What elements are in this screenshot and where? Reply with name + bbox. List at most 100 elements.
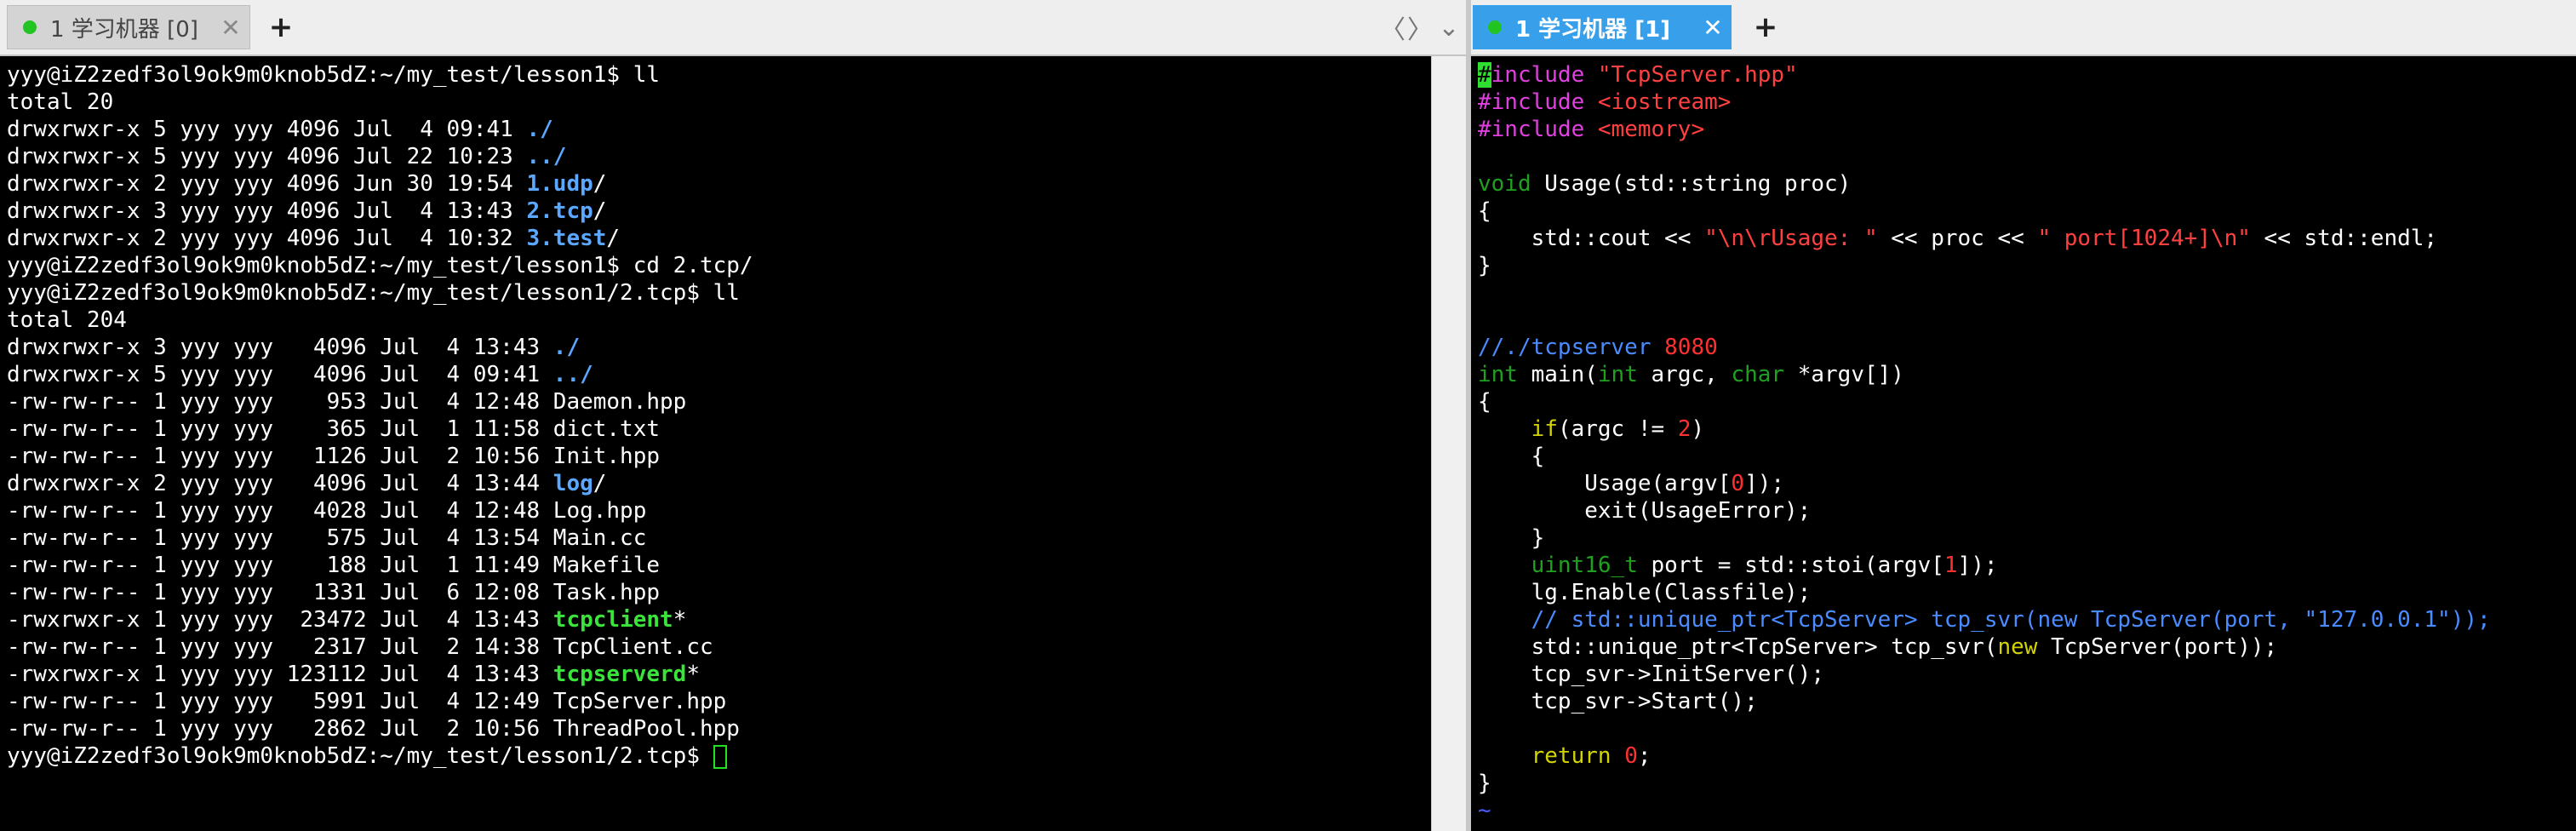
terminal-line: tcp_svr->Start(); — [1478, 688, 2569, 715]
terminal-line: #include "TcpServer.hpp" — [1478, 61, 2569, 89]
terminal-line: -rw-rw-r-- 1 yyy yyy 575 Jul 4 13:54 Mai… — [7, 524, 1425, 552]
chevron-down-icon[interactable]: ⌄ — [1435, 9, 1463, 46]
text-segment: ./ — [526, 117, 553, 142]
text-segment: void — [1478, 171, 1531, 197]
terminal-line: drwxrwxr-x 3 yyy yyy 4096 Jul 4 13:43 ./ — [7, 334, 1425, 361]
text-segment: / — [592, 171, 607, 197]
text-segment: -rwxrwxr-x 1 yyy yyy 123112 Jul 4 13:43 — [7, 662, 553, 687]
terminal-line: } — [1478, 252, 2569, 279]
text-segment: *argv[]) — [1784, 362, 1904, 387]
text-segment: total 204 — [7, 307, 127, 333]
text-segment: ]); — [1744, 471, 1785, 496]
text-segment: } — [1478, 253, 1491, 278]
status-dot-icon — [23, 20, 37, 34]
text-segment: 0 — [1624, 743, 1638, 769]
left-terminal-pane: 1 学习机器 [0] ✕ + 〈 〉 ⌄ yyy@iZ2zedf3ol9ok9m… — [0, 0, 1466, 831]
text-segment: #include — [1478, 89, 1598, 115]
terminal-line: -rwxrwxr-x 1 yyy yyy 123112 Jul 4 13:43 … — [7, 661, 1425, 688]
text-segment — [1478, 743, 1531, 769]
text-segment: log — [552, 471, 593, 496]
terminal-line: //./tcpserver 8080 — [1478, 334, 2569, 361]
status-dot-icon — [1488, 20, 1502, 34]
terminal-line: -rw-rw-r-- 1 yyy yyy 1331 Jul 6 12:08 Ta… — [7, 579, 1425, 606]
tab-session-0[interactable]: 1 学习机器 [0] ✕ — [7, 5, 250, 49]
terminal-line: void Usage(std::string proc) — [1478, 170, 2569, 198]
terminal-line: ~ — [1478, 797, 2569, 824]
tab-label: 1 学习机器 [1] — [1515, 16, 1671, 43]
terminal-output-left[interactable]: yyy@iZ2zedf3ol9ok9m0knob5dZ:~/my_test/le… — [0, 56, 1432, 831]
text-segment: -rw-rw-r-- 1 yyy yyy 2862 Jul 2 10:56 Th… — [7, 716, 740, 742]
text-segment: -rw-rw-r-- 1 yyy yyy 4028 Jul 4 12:48 Lo… — [7, 498, 647, 524]
text-segment: yyy@iZ2zedf3ol9ok9m0knob5dZ:~/my_test/le… — [7, 743, 713, 769]
new-tab-button[interactable]: + — [264, 7, 298, 48]
text-segment: char — [1731, 362, 1785, 387]
terminal-line: -rw-rw-r-- 1 yyy yyy 2317 Jul 2 14:38 Tc… — [7, 633, 1425, 661]
terminal-line: -rw-rw-r-- 1 yyy yyy 365 Jul 1 11:58 dic… — [7, 416, 1425, 443]
text-segment: "TcpServer.hpp" — [1597, 62, 1798, 88]
chevron-left-icon[interactable]: 〈 — [1379, 9, 1406, 46]
terminal-line: drwxrwxr-x 2 yyy yyy 4096 Jul 4 10:32 3.… — [7, 225, 1425, 252]
terminal-line: #include <iostream> — [1478, 89, 2569, 116]
text-segment: -rw-rw-r-- 1 yyy yyy 365 Jul 1 11:58 dic… — [7, 416, 661, 442]
text-segment: new — [1997, 634, 2038, 660]
text-segment: -rw-rw-r-- 1 yyy yyy 1331 Jul 6 12:08 Ta… — [7, 580, 661, 605]
text-segment: ../ — [552, 362, 593, 387]
text-segment: ./ — [552, 335, 581, 360]
terminal-line: exit(UsageError); — [1478, 497, 2569, 524]
text-segment: drwxrwxr-x 3 yyy yyy 4096 Jul 4 13:43 — [7, 335, 553, 360]
text-segment: << std::endl; — [2250, 226, 2438, 251]
text-segment: tcp_svr->InitServer(); — [1478, 662, 1824, 687]
terminal-line: yyy@iZ2zedf3ol9ok9m0knob5dZ:~/my_test/le… — [7, 742, 1425, 770]
terminal-line: drwxrwxr-x 5 yyy yyy 4096 Jul 4 09:41 ..… — [7, 361, 1425, 388]
text-segment: port = std::stoi(argv[ — [1637, 553, 1944, 578]
terminal-line: -rwxrwxr-x 1 yyy yyy 23472 Jul 4 13:43 t… — [7, 606, 1425, 633]
text-segment: Usage(argv[ — [1478, 471, 1732, 496]
close-icon[interactable]: ✕ — [212, 14, 249, 42]
text-segment: 3.test — [526, 226, 607, 251]
text-segment: " port[1024+]\n" — [2037, 226, 2251, 251]
text-segment: -rw-rw-r-- 1 yyy yyy 1126 Jul 2 10:56 In… — [7, 444, 661, 469]
close-icon[interactable]: ✕ — [1694, 14, 1732, 42]
terminal-line: -rw-rw-r-- 1 yyy yyy 188 Jul 1 11:49 Mak… — [7, 552, 1425, 579]
text-segment: -rw-rw-r-- 1 yyy yyy 5991 Jul 4 12:49 Tc… — [7, 689, 727, 714]
terminal-line: -rw-rw-r-- 1 yyy yyy 1126 Jul 2 10:56 In… — [7, 443, 1425, 470]
text-segment: { — [1478, 444, 1545, 469]
text-segment: int — [1597, 362, 1638, 387]
tab-session-1[interactable]: 1 学习机器 [1] ✕ — [1473, 5, 1732, 49]
text-segment: -rw-rw-r-- 1 yyy yyy 188 Jul 1 11:49 Mak… — [7, 553, 661, 578]
terminal-line: -rw-rw-r-- 1 yyy yyy 4028 Jul 4 12:48 Lo… — [7, 497, 1425, 524]
text-segment: 2.tcp — [526, 198, 593, 224]
text-segment: total 20 — [7, 89, 114, 115]
text-segment: std::cout << — [1478, 226, 1705, 251]
text-segment: ]); — [1957, 553, 1998, 578]
terminal-line: { — [1478, 443, 2569, 470]
terminal-line: yyy@iZ2zedf3ol9ok9m0knob5dZ:~/my_test/le… — [7, 61, 1425, 89]
text-segment: uint16_t — [1531, 553, 1638, 578]
tab-label: 1 学习机器 [0] — [50, 16, 198, 43]
text-segment: # — [1478, 62, 1491, 88]
text-segment: 1 — [1943, 553, 1958, 578]
new-tab-button[interactable]: + — [1749, 7, 1783, 48]
terminal-line: yyy@iZ2zedf3ol9ok9m0knob5dZ:~/my_test/le… — [7, 252, 1425, 279]
editor-code-view[interactable]: #include "TcpServer.hpp" #include <iostre… — [1471, 56, 2576, 831]
chevron-right-icon[interactable]: 〉 — [1406, 9, 1434, 46]
text-segment: << proc << — [1877, 226, 2038, 251]
text-segment: tcpclient — [552, 607, 673, 633]
text-segment: argc, — [1637, 362, 1732, 387]
text-segment: drwxrwxr-x 3 yyy yyy 4096 Jul 4 13:43 — [7, 198, 527, 224]
text-segment — [1478, 553, 1531, 578]
text-segment: #include — [1478, 117, 1598, 142]
terminal-cursor — [713, 744, 727, 769]
text-segment: } — [1478, 525, 1545, 551]
text-segment: -rw-rw-r-- 1 yyy yyy 575 Jul 4 13:54 Mai… — [7, 525, 647, 551]
text-segment: drwxrwxr-x 5 yyy yyy 4096 Jul 4 09:41 — [7, 362, 553, 387]
terminal-line: std::cout << "\n\rUsage: " << proc << " … — [1478, 225, 2569, 252]
scrollbar[interactable] — [1431, 56, 1466, 831]
text-segment: ~ — [1478, 798, 1491, 823]
text-segment: { — [1478, 198, 1491, 224]
text-segment: 2 — [1677, 416, 1692, 442]
text-segment: ../ — [526, 144, 567, 169]
